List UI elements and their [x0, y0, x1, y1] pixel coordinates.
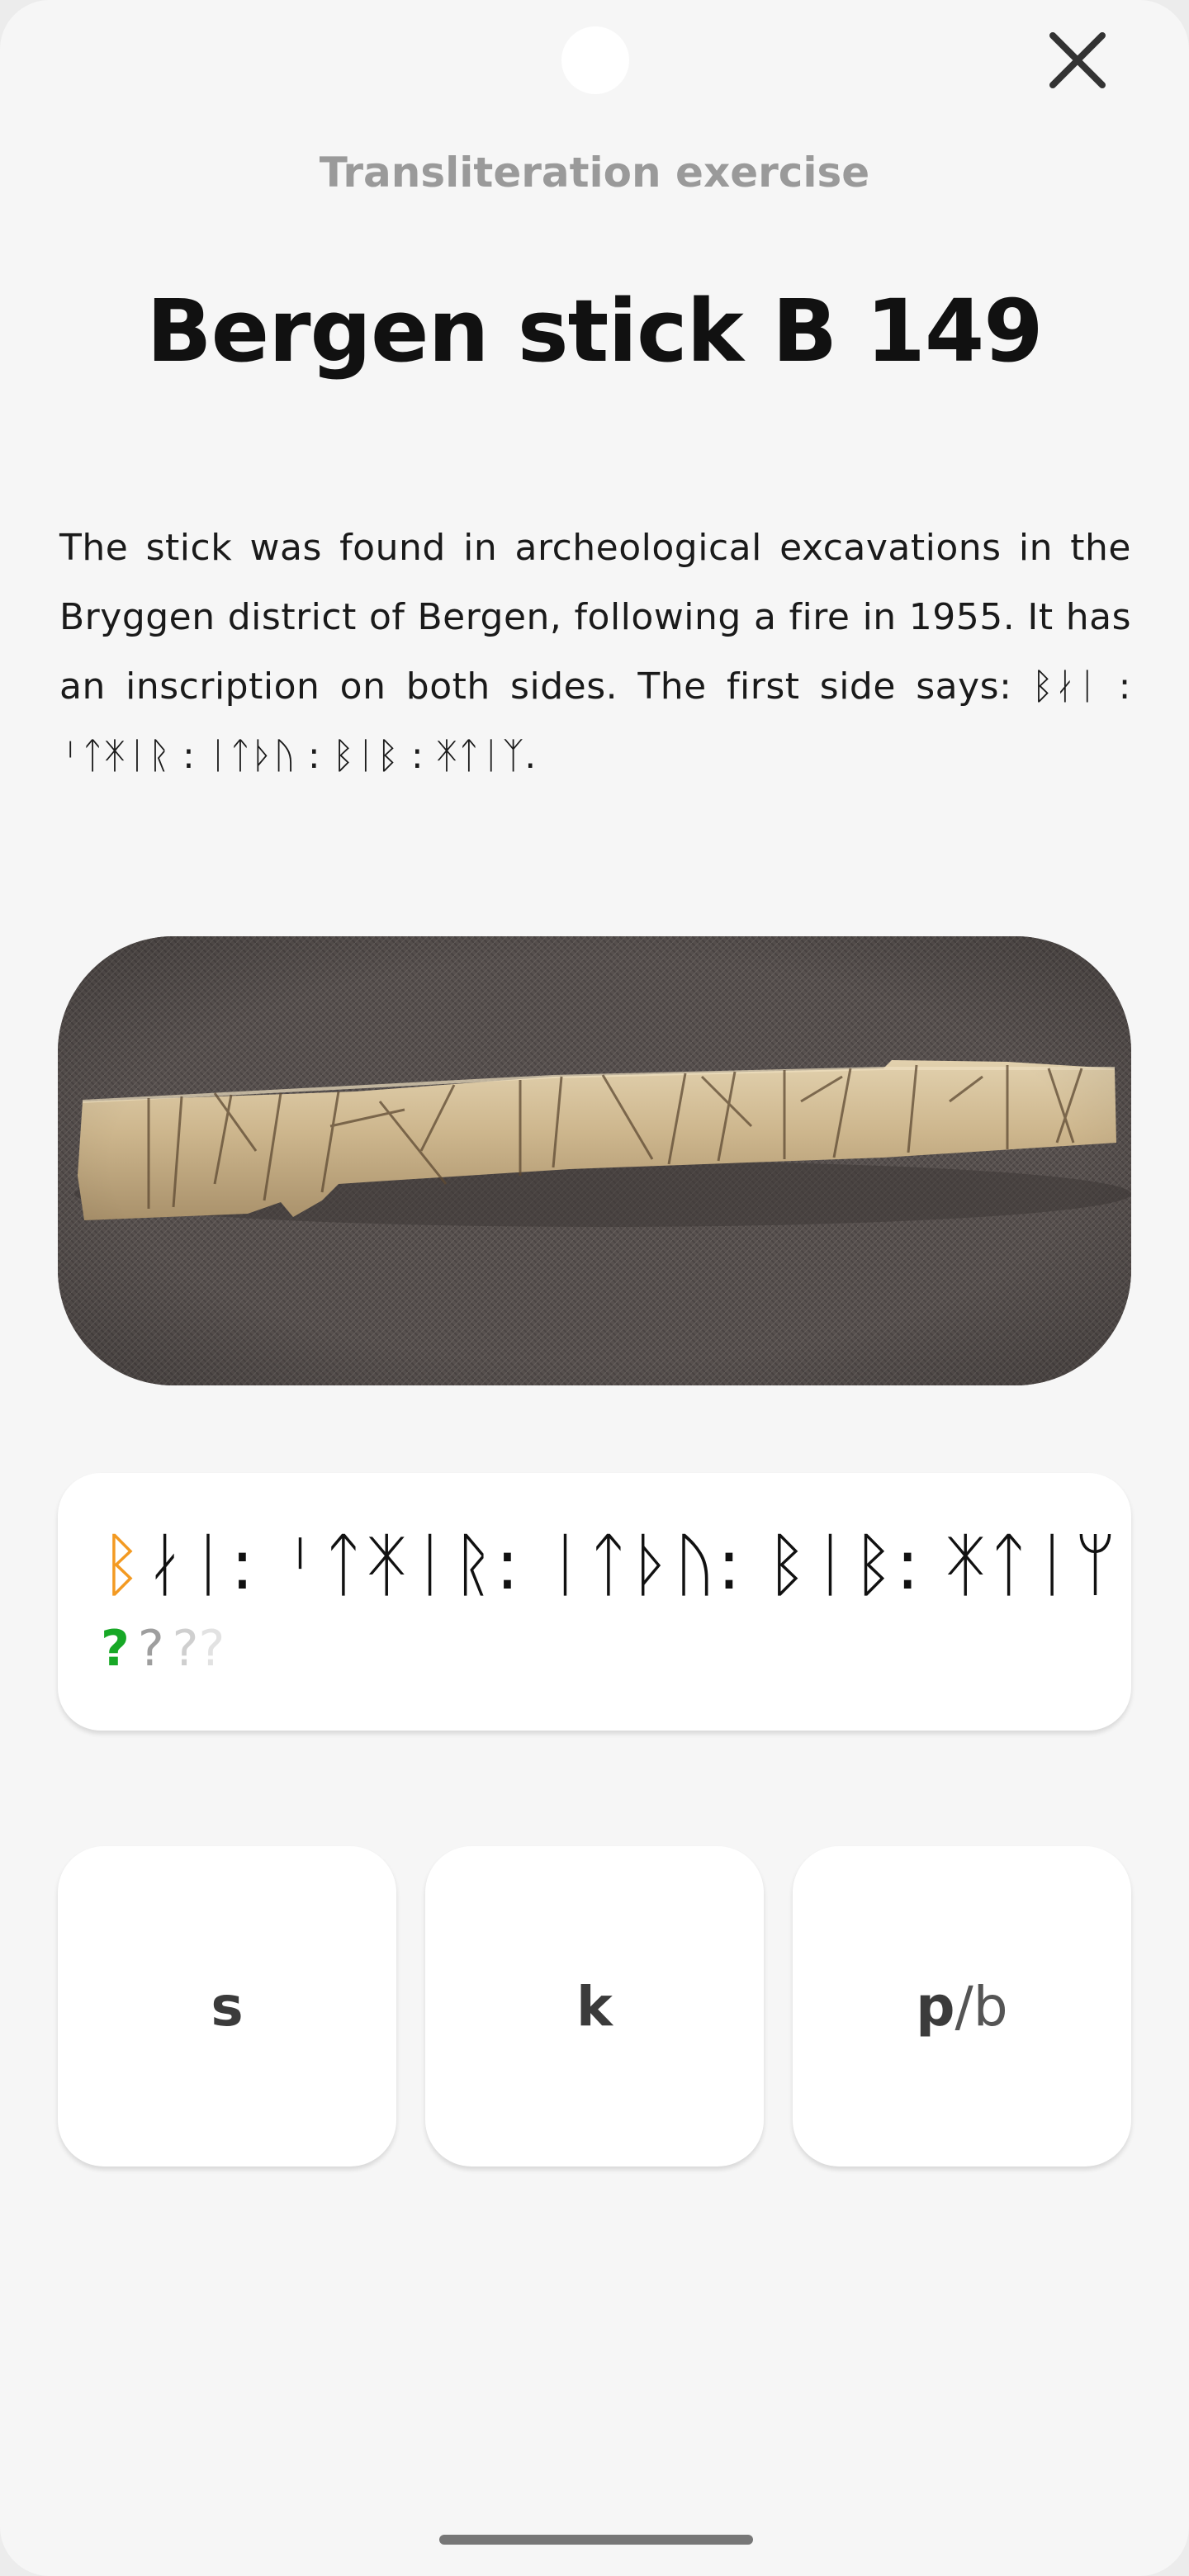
guess-placeholder: ? — [137, 1620, 164, 1678]
option-p-b-button[interactable]: p/b — [793, 1846, 1131, 2166]
guess-current: ? — [101, 1620, 130, 1678]
option-secondary-label: /b — [955, 1974, 1008, 2039]
description-text: The stick was found in archeological exc… — [59, 527, 1131, 777]
rune-stick-image — [58, 936, 1131, 1385]
remaining-runes: ᛅᛁ: ᛌᛏᛡᛁᚱ: ᛁᛏᚦᚢ: ᛒᛁᛒ: ᛡᛏᛁᛘ — [144, 1524, 1118, 1605]
guess-placeholder: ? — [198, 1620, 225, 1678]
close-icon — [1049, 32, 1106, 88]
option-k-button[interactable]: k — [425, 1846, 764, 2166]
rune-line: ᛒᛅᛁ: ᛌᛏᛡᛁᚱ: ᛁᛏᚦᚢ: ᛒᛁᛒ: ᛡᛏᛁᛘ — [101, 1527, 1118, 1602]
option-label: s — [211, 1974, 244, 2039]
exercise-type-label: Transliteration exercise — [319, 149, 870, 197]
page-title: Bergen stick B 149 — [146, 281, 1043, 381]
camera-cutout — [561, 26, 629, 94]
option-s-button[interactable]: s — [58, 1846, 396, 2166]
guess-line: ???? — [101, 1620, 233, 1678]
artifact-photo — [58, 936, 1131, 1385]
screen: Transliteration exercise Bergen stick B … — [0, 0, 1189, 2576]
answer-options: s k p/b — [58, 1846, 1131, 2168]
close-button[interactable] — [1032, 15, 1123, 106]
home-indicator[interactable] — [439, 2535, 753, 2545]
guess-placeholder: ? — [172, 1620, 199, 1678]
option-label: p — [916, 1974, 955, 2039]
transliteration-card: ᛒᛅᛁ: ᛌᛏᛡᛁᚱ: ᛁᛏᚦᚢ: ᛒᛁᛒ: ᛡᛏᛁᛘ ???? — [58, 1473, 1131, 1731]
option-label: k — [576, 1974, 613, 2039]
current-rune: ᛒ — [101, 1524, 144, 1605]
